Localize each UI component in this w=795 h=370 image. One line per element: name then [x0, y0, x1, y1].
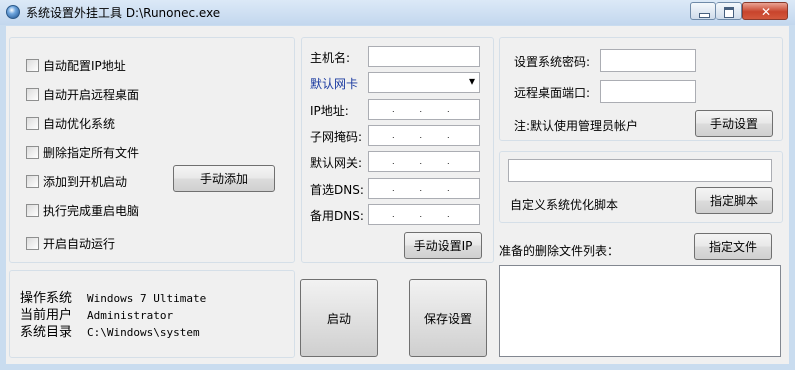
ip-dot: . [419, 209, 422, 219]
dns2-input[interactable]: .... [368, 204, 480, 225]
gateway-label: 默认网关: [310, 156, 363, 170]
checkbox[interactable] [26, 174, 39, 188]
ip-dot: . [391, 183, 395, 193]
ip-dot: . [419, 104, 422, 114]
checkbox[interactable] [26, 236, 39, 250]
checkbox[interactable] [26, 116, 39, 130]
ip-dot: . [419, 183, 422, 193]
delete-list-label: 准备的删除文件列表： [499, 244, 620, 258]
port-label: 远程桌面端口: [514, 86, 591, 100]
app-icon [6, 5, 20, 19]
os-row: 操作系统 Windows 7 Ultimate [20, 287, 206, 306]
sysinfo-panel: 操作系统 Windows 7 Ultimate 当前用户 Administrator… [9, 270, 295, 358]
option-auto-run[interactable]: 开启自动运行 [26, 235, 115, 251]
manual-settings-button[interactable]: 手动设置 [695, 110, 773, 137]
remote-panel: 设置系统密码: 远程桌面端口: 注:默认使用管理员帐户 手动设置 [499, 37, 783, 141]
close-button[interactable]: ✕ [742, 2, 788, 20]
ip-dot: . [391, 156, 395, 166]
option-label: 自动优化系统 [43, 116, 116, 131]
title-bar[interactable]: 系统设置外挂工具 D:\Runonec.exe ✕ [0, 0, 795, 25]
ip-dot: . [419, 156, 422, 166]
dns2-label: 备用DNS: [310, 209, 364, 223]
ip-dot: . [446, 183, 450, 193]
script-caption: 自定义系统优化脚本 [510, 198, 619, 212]
ip-dot: . [419, 130, 422, 140]
user-row: 当前用户 Administrator [20, 304, 173, 323]
subnet-input[interactable]: .... [368, 125, 480, 146]
option-label: 删除指定所有文件 [43, 145, 140, 160]
delete-file-list[interactable] [499, 265, 781, 357]
option-label: 自动配置IP地址 [43, 58, 126, 73]
choose-script-button[interactable]: 指定脚本 [695, 187, 773, 214]
option-label: 开启自动运行 [43, 236, 116, 251]
option-reboot[interactable]: 执行完成重启电脑 [26, 202, 139, 218]
checkbox[interactable] [26, 203, 39, 217]
script-panel: 自定义系统优化脚本 指定脚本 [499, 151, 783, 223]
option-optimize[interactable]: 自动优化系统 [26, 115, 115, 131]
ip-dot: . [446, 130, 450, 140]
option-label: 自动开启远程桌面 [43, 87, 140, 102]
close-icon: ✕ [760, 5, 772, 19]
dns1-input[interactable]: .... [368, 178, 480, 199]
port-input[interactable] [600, 80, 696, 103]
option-auto-ip[interactable]: 自动配置IP地址 [26, 57, 126, 73]
password-input[interactable] [600, 49, 696, 72]
gateway-input[interactable]: .... [368, 151, 480, 172]
client-area: 自动配置IP地址 自动开启远程桌面 自动优化系统 删除指定所有文件 添加到开机启… [6, 26, 789, 364]
dns1-label: 首选DNS: [310, 183, 364, 197]
minimize-button[interactable] [690, 2, 716, 20]
script-path-input[interactable] [508, 159, 772, 182]
adapter-select[interactable]: ▾ [368, 72, 480, 93]
ip-dot: . [446, 209, 450, 219]
subnet-label: 子网掩码: [310, 130, 363, 144]
choose-file-button[interactable]: 指定文件 [694, 233, 772, 260]
ip-dot: . [391, 130, 395, 140]
dir-label: 系统目录 [20, 325, 73, 340]
checkbox[interactable] [26, 87, 39, 101]
ip-label: IP地址: [310, 104, 349, 118]
ip-dot: . [446, 104, 450, 114]
maximize-icon [724, 7, 734, 18]
dir-row: 系统目录 C:\Windows\system [20, 321, 200, 340]
option-label: 执行完成重启电脑 [43, 203, 140, 218]
option-label: 添加到开机启动 [43, 174, 128, 189]
checkbox[interactable] [26, 145, 39, 159]
save-settings-button[interactable]: 保存设置 [409, 279, 487, 357]
option-startup[interactable]: 添加到开机启动 [26, 173, 127, 189]
ip-dot: . [391, 209, 395, 219]
ip-dot: . [446, 156, 450, 166]
checkbox[interactable] [26, 58, 39, 72]
adapter-label: 默认网卡 [310, 77, 359, 91]
ip-input[interactable]: .... [368, 99, 480, 120]
maximize-button[interactable] [716, 2, 742, 20]
manual-add-button[interactable]: 手动添加 [173, 165, 275, 192]
start-button[interactable]: 启动 [300, 279, 378, 357]
hostname-label: 主机名: [310, 51, 351, 65]
admin-note: 注:默认使用管理员帐户 [514, 119, 639, 133]
manual-ip-button[interactable]: 手动设置IP [404, 232, 482, 259]
password-label: 设置系统密码: [514, 55, 591, 69]
option-remote-desktop[interactable]: 自动开启远程桌面 [26, 86, 139, 102]
options-panel: 自动配置IP地址 自动开启远程桌面 自动优化系统 删除指定所有文件 添加到开机启… [9, 37, 295, 263]
dir-value: C:\Windows\system [87, 326, 200, 339]
ip-dot: . [391, 104, 395, 114]
minimize-icon [699, 13, 710, 18]
option-delete-files[interactable]: 删除指定所有文件 [26, 144, 139, 160]
window-title: 系统设置外挂工具 D:\Runonec.exe [26, 6, 221, 20]
chevron-down-icon[interactable]: ▾ [469, 74, 475, 88]
network-panel: 主机名: 默认网卡 ▾ IP地址: .... 子网掩码: .... 默认网关: … [301, 37, 494, 263]
hostname-input[interactable] [368, 46, 480, 67]
